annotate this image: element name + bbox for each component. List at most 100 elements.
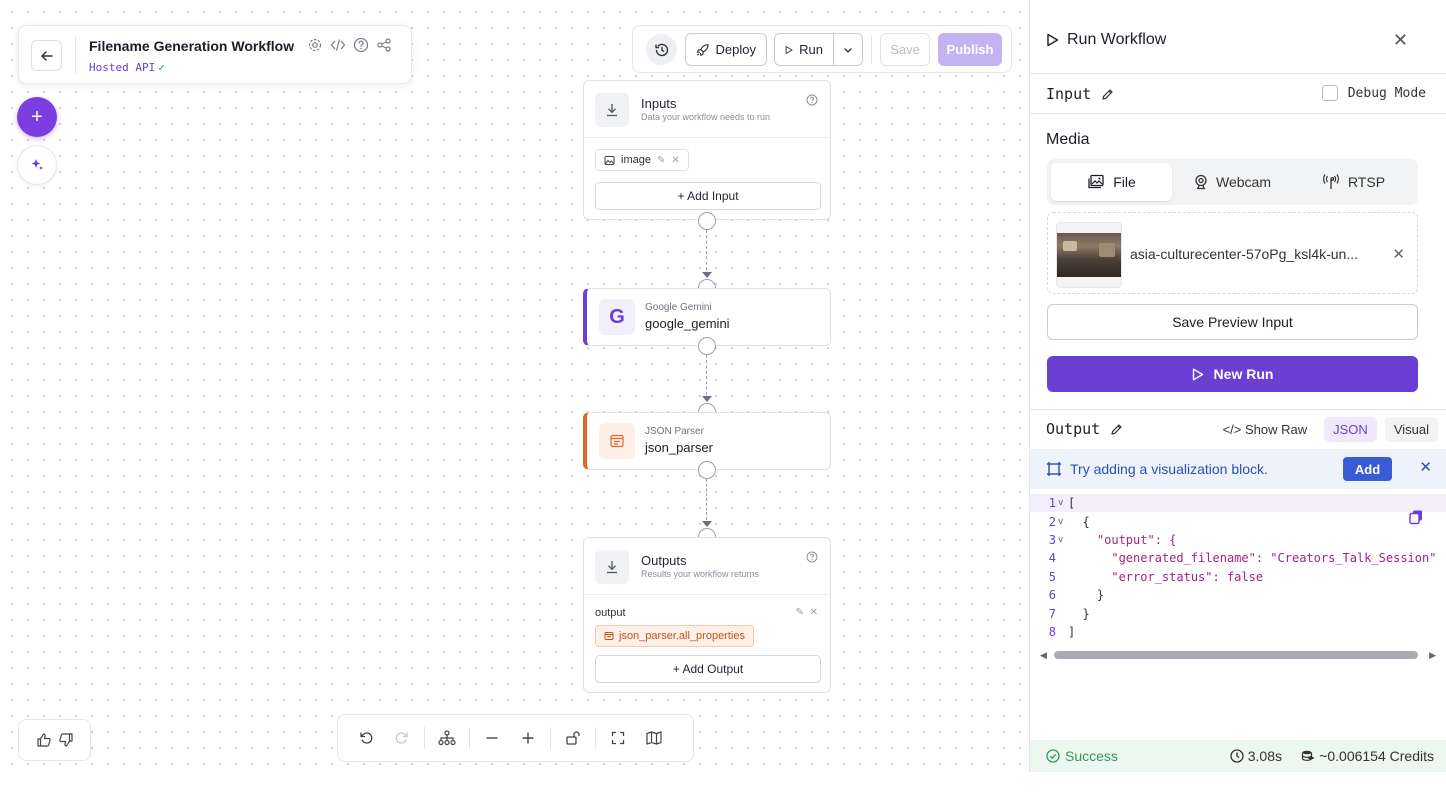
inputs-output-port[interactable] bbox=[698, 212, 716, 230]
run-button[interactable]: Run bbox=[774, 33, 834, 66]
edge-inputs-gemini bbox=[706, 230, 707, 270]
workflow-title[interactable]: Filename Generation Workflow bbox=[89, 38, 294, 54]
fold-icon[interactable]: v bbox=[1058, 498, 1068, 508]
share-icon[interactable] bbox=[376, 37, 392, 53]
output-actions: ✎ ✕ bbox=[796, 607, 818, 618]
output-selector-label: json_parser.all_properties bbox=[619, 630, 745, 642]
pencil-icon[interactable] bbox=[1101, 88, 1114, 101]
close-panel-button[interactable]: ✕ bbox=[1393, 30, 1408, 51]
dismiss-tip-button[interactable]: ✕ bbox=[1419, 458, 1432, 476]
edit-icon[interactable]: ✎ bbox=[657, 155, 665, 166]
save-button[interactable]: Save bbox=[880, 33, 930, 66]
scroll-right-icon[interactable]: ▶ bbox=[1429, 650, 1436, 661]
add-block-button[interactable]: + bbox=[17, 97, 57, 137]
line-number: 4 bbox=[1048, 551, 1056, 566]
publish-button[interactable]: Publish bbox=[938, 33, 1002, 66]
tab-visual[interactable]: Visual bbox=[1384, 417, 1438, 442]
add-input-button[interactable]: + Add Input bbox=[595, 182, 821, 210]
deploy-label: Deploy bbox=[715, 42, 756, 57]
image-input-chip[interactable]: image ✎ ✕ bbox=[595, 149, 689, 171]
json-output-port[interactable] bbox=[698, 461, 716, 479]
edit-icon[interactable]: ✎ bbox=[796, 607, 804, 618]
code-text: "generated_filename": "Creators_Talk_Ses… bbox=[1068, 551, 1437, 566]
gemini-output-port[interactable] bbox=[698, 337, 716, 355]
plus-icon: + bbox=[31, 105, 43, 128]
arrow-down-icon bbox=[702, 272, 712, 278]
tab-webcam-label: Webcam bbox=[1216, 174, 1271, 190]
horizontal-scrollbar[interactable]: ◀ ▶ bbox=[1040, 650, 1436, 660]
minus-icon bbox=[486, 737, 498, 739]
copy-output-button[interactable] bbox=[1404, 505, 1428, 529]
close-icon: ✕ bbox=[1392, 30, 1408, 50]
workflow-toolbar: Deploy Run Save Publish bbox=[632, 25, 1012, 73]
controls-divider bbox=[424, 727, 425, 749]
new-run-button[interactable]: New Run bbox=[1047, 356, 1418, 392]
json-output-viewer[interactable]: 1 v[ 2v { 3v "output": { 4 "generated_fil… bbox=[1030, 494, 1446, 644]
settings-icon[interactable] bbox=[307, 37, 323, 53]
fold-icon[interactable]: v bbox=[1058, 535, 1068, 545]
run-options-button[interactable] bbox=[833, 33, 863, 66]
credits-text: ~0.006154 Credits bbox=[1319, 748, 1434, 764]
add-visualization-button[interactable]: Add bbox=[1343, 457, 1392, 481]
json-node-name: json_parser bbox=[645, 440, 713, 455]
help-icon[interactable] bbox=[806, 93, 818, 111]
fold-icon[interactable]: v bbox=[1058, 517, 1068, 527]
workflow-canvas[interactable] bbox=[0, 0, 1030, 772]
toolbar-divider bbox=[871, 36, 872, 64]
image-icon bbox=[604, 155, 615, 165]
code-line: 3v "output": { bbox=[1030, 531, 1446, 549]
remove-file-button[interactable]: ✕ bbox=[1392, 245, 1405, 263]
back-button[interactable] bbox=[31, 40, 62, 71]
code-line: 2v { bbox=[1030, 512, 1446, 530]
thumbs-up-icon[interactable] bbox=[36, 732, 52, 748]
ai-assist-button[interactable] bbox=[17, 145, 57, 185]
undo-button[interactable] bbox=[348, 722, 384, 754]
outputs-subtitle: Results your workflow returns bbox=[641, 569, 760, 579]
auto-layout-button[interactable] bbox=[429, 722, 465, 754]
lock-button[interactable] bbox=[555, 722, 591, 754]
minimap-button[interactable] bbox=[636, 722, 672, 754]
tab-webcam[interactable]: Webcam bbox=[1172, 163, 1293, 201]
code-icon[interactable] bbox=[330, 37, 346, 53]
header-divider bbox=[75, 36, 76, 74]
code-text: "error_status": false bbox=[1068, 569, 1264, 584]
run-label: Run bbox=[799, 42, 823, 57]
tab-file[interactable]: File bbox=[1051, 163, 1172, 201]
close-icon: ✕ bbox=[1392, 246, 1405, 263]
code-text: ] bbox=[1068, 624, 1076, 639]
deploy-button[interactable]: Deploy bbox=[685, 33, 767, 66]
tab-json[interactable]: JSON bbox=[1324, 417, 1377, 442]
sparkles-icon bbox=[31, 159, 43, 170]
check-icon: ✓ bbox=[158, 61, 165, 74]
fit-view-button[interactable] bbox=[600, 722, 636, 754]
debug-mode-checkbox[interactable] bbox=[1321, 85, 1338, 101]
close-icon[interactable]: ✕ bbox=[671, 155, 679, 166]
show-raw-button[interactable]: </> Show Raw bbox=[1214, 417, 1317, 442]
line-number: 1 bbox=[1048, 496, 1056, 511]
scrollbar-thumb[interactable] bbox=[1054, 651, 1418, 659]
scroll-left-icon[interactable]: ◀ bbox=[1040, 650, 1047, 661]
gemini-logo-icon: G bbox=[599, 299, 635, 335]
zoom-out-button[interactable] bbox=[474, 722, 510, 754]
close-icon[interactable]: ✕ bbox=[810, 607, 818, 618]
history-button[interactable] bbox=[646, 34, 677, 65]
add-output-button[interactable]: + Add Output bbox=[595, 655, 821, 683]
tab-rtsp[interactable]: RTSP bbox=[1293, 163, 1414, 201]
help-icon[interactable] bbox=[353, 37, 369, 53]
history-icon bbox=[654, 43, 668, 56]
output-selector-chip[interactable]: json_parser.all_properties bbox=[595, 625, 754, 647]
thumbs-down-icon[interactable] bbox=[58, 732, 74, 748]
outputs-node[interactable]: Outputs Results your workflow returns ou… bbox=[583, 537, 831, 693]
rocket-icon bbox=[696, 43, 709, 56]
save-preview-input-button[interactable]: Save Preview Input bbox=[1047, 304, 1418, 340]
workflow-actions bbox=[307, 37, 392, 53]
pencil-icon[interactable] bbox=[1110, 423, 1123, 436]
redo-button[interactable] bbox=[384, 722, 420, 754]
code-text: } bbox=[1068, 588, 1105, 603]
run-credits: ~0.006154 Credits bbox=[1301, 748, 1434, 764]
selected-file[interactable]: asia-culturecenter-57oPg_ksl4k-un... ✕ bbox=[1047, 212, 1418, 294]
inputs-node[interactable]: Inputs Data your workflow needs to run i… bbox=[583, 80, 831, 220]
zoom-in-button[interactable] bbox=[510, 722, 546, 754]
debug-mode-toggle[interactable]: Debug Mode bbox=[1321, 85, 1426, 101]
help-icon[interactable] bbox=[806, 550, 818, 568]
